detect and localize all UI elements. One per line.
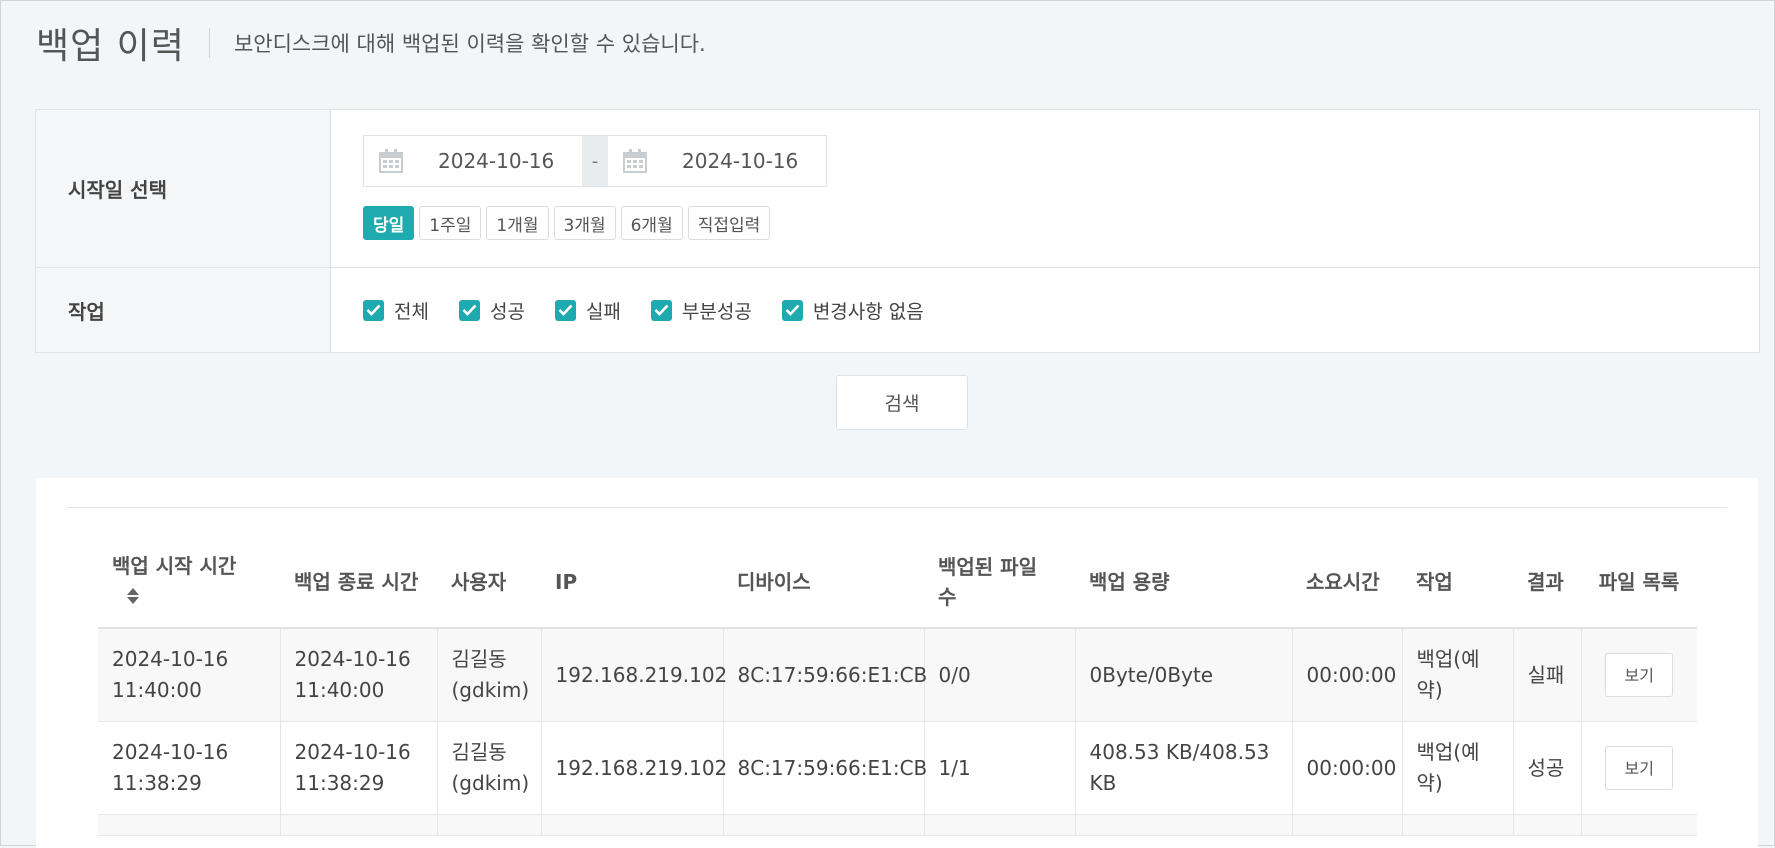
range-button-custom[interactable]: 직접입력 (687, 206, 771, 240)
cell-size: 408.53 KB/408.53 KB (1075, 721, 1293, 815)
filter-row-date: 시작일 선택 2024-10-16 - 2024-10-16 당일 1주일 1개… (36, 110, 1759, 268)
checkbox-label: 성공 (489, 300, 525, 323)
column-header-task: 작업 (1416, 570, 1453, 594)
date-range: 2024-10-16 - 2024-10-16 (363, 135, 827, 187)
checkbox-label: 전체 (394, 300, 429, 323)
title-divider (208, 28, 210, 58)
checkmark-icon[interactable] (363, 299, 384, 321)
results-divider (67, 507, 1727, 508)
cell-end-time: 2024-10-16 11:40:00 (280, 628, 438, 722)
cell-end-time: 2024-10-16 11:38:29 (280, 721, 438, 815)
cell-duration: 00:00:00 (1292, 721, 1403, 815)
date-filter-label: 시작일 선택 (36, 110, 331, 267)
page-description: 보안디스크에 대해 백업된 이력을 확인할 수 있습니다. (233, 32, 706, 56)
cell-duration: 00:00:00 (1292, 628, 1403, 722)
checkbox-success[interactable]: 성공 (458, 297, 525, 324)
task-checkboxes: 전체 성공 실패 부분성공 변경사항 없음 (363, 268, 924, 352)
range-button-1month[interactable]: 1개월 (486, 206, 549, 240)
cell-file-count: 0/0 (924, 628, 1076, 722)
sort-icon[interactable] (126, 583, 140, 613)
page-title: 백업 이력 (36, 26, 185, 67)
cell-ip: 192.168.219.102 (541, 721, 727, 815)
checkmark-icon[interactable] (458, 299, 480, 321)
range-button-6months[interactable]: 6개월 (620, 206, 683, 240)
range-button-today[interactable]: 당일 (363, 206, 415, 240)
end-date-input[interactable]: 2024-10-16 (608, 136, 826, 186)
checkmark-icon[interactable] (781, 299, 803, 321)
column-header-size: 백업 용량 (1089, 570, 1170, 594)
column-header-user: 사용자 (451, 570, 507, 594)
cell-start-time: 2024-10-16 11:40:00 (98, 628, 281, 722)
filter-panel: 시작일 선택 2024-10-16 - 2024-10-16 당일 1주일 1개… (35, 109, 1760, 353)
checkbox-no-changes[interactable]: 변경사항 없음 (781, 297, 924, 324)
cell-user: 김길동 (gdkim) (437, 628, 542, 722)
cell-file-count: 1/1 (924, 721, 1076, 815)
end-date-value: 2024-10-16 (682, 149, 799, 173)
checkmark-icon[interactable] (650, 299, 672, 321)
results-panel: 백업 시작 시간 백업 종료 시간 사용자 IP 디바이스 백업된 파일 수 백… (36, 478, 1758, 848)
checkmark-icon[interactable] (554, 299, 576, 321)
checkbox-label: 변경사항 없음 (812, 300, 924, 323)
cell-result: 성공 (1513, 721, 1582, 815)
table-row: 2024-10-16 11:40:00 2024-10-16 11:40:00 김길… (98, 628, 1697, 722)
column-header-ip: IP (555, 570, 578, 594)
calendar-icon[interactable] (378, 148, 404, 178)
checkbox-partial-success[interactable]: 부분성공 (650, 297, 752, 324)
table-header-row: 백업 시작 시간 백업 종료 시간 사용자 IP 디바이스 백업된 파일 수 백… (98, 537, 1697, 628)
calendar-icon[interactable] (622, 148, 648, 178)
checkbox-label: 실패 (585, 300, 621, 323)
task-filter-label: 작업 (36, 268, 331, 352)
range-button-3months[interactable]: 3개월 (553, 206, 616, 240)
start-date-input[interactable]: 2024-10-16 (364, 136, 582, 186)
date-separator: - (582, 136, 608, 186)
cell-file-list: 보기 (1581, 628, 1697, 722)
cell-user: 김길동 (gdkim) (437, 721, 542, 815)
column-header-duration: 소요시간 (1306, 570, 1380, 594)
start-date-value: 2024-10-16 (438, 149, 555, 173)
column-header-file-count: 백업된 파일 수 (938, 555, 1037, 609)
table-row: 2024-10-16 11:38:29 2024-10-16 11:38:29 김길… (98, 721, 1697, 815)
cell-task: 백업(예약) (1402, 721, 1514, 815)
cell-device: 8C:17:59:66:E1:CB (723, 721, 927, 815)
checkbox-fail[interactable]: 실패 (554, 297, 621, 324)
view-files-button[interactable]: 보기 (1605, 653, 1674, 697)
checkbox-label: 부분성공 (681, 300, 752, 323)
search-button[interactable]: 검색 (836, 375, 968, 430)
range-button-1week[interactable]: 1주일 (419, 206, 482, 240)
column-header-file-list: 파일 목록 (1598, 570, 1680, 594)
cell-size: 0Byte/0Byte (1075, 628, 1293, 722)
table-row (98, 814, 1697, 836)
date-filter-body: 2024-10-16 - 2024-10-16 당일 1주일 1개월 3개월 6… (331, 110, 1759, 267)
backup-history-table: 백업 시작 시간 백업 종료 시간 사용자 IP 디바이스 백업된 파일 수 백… (98, 537, 1697, 836)
column-header-end-time: 백업 종료 시간 (294, 570, 419, 594)
column-header-device: 디바이스 (737, 570, 811, 594)
column-header-start-time[interactable]: 백업 시작 시간 (98, 537, 280, 628)
filter-row-task: 작업 전체 성공 실패 부분성공 변경사항 없음 (36, 268, 1759, 352)
view-files-button[interactable]: 보기 (1605, 746, 1674, 790)
cell-file-list: 보기 (1581, 721, 1697, 815)
task-filter-body: 전체 성공 실패 부분성공 변경사항 없음 (331, 268, 1759, 352)
cell-task: 백업(예약) (1402, 628, 1514, 722)
cell-device: 8C:17:59:66:E1:CB (723, 628, 927, 722)
column-header-result: 결과 (1527, 570, 1564, 594)
cell-ip: 192.168.219.102 (541, 628, 727, 722)
cell-start-time: 2024-10-16 11:38:29 (98, 721, 281, 815)
cell-result: 실패 (1513, 628, 1582, 722)
checkbox-all[interactable]: 전체 (363, 297, 429, 324)
page-header: 백업 이력 보안디스크에 대해 백업된 이력을 확인할 수 있습니다. (36, 18, 706, 68)
quick-range-buttons: 당일 1주일 1개월 3개월 6개월 직접입력 (363, 206, 771, 240)
